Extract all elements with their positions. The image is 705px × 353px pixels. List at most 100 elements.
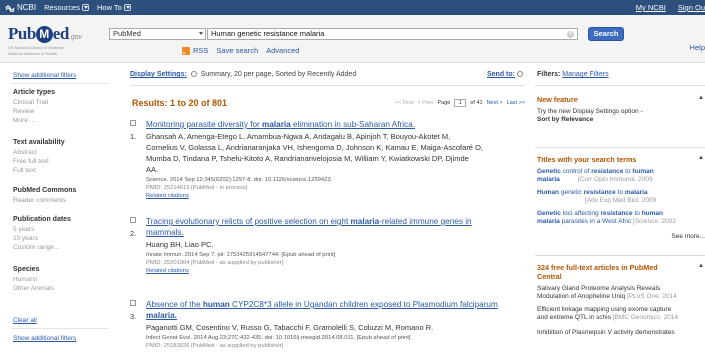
title-part: -related immune genes in [379, 217, 472, 226]
filter-5-years[interactable]: 5 years [13, 226, 34, 233]
display-settings-link[interactable]: Display Settings: [130, 71, 187, 78]
page-input[interactable]: 1 [454, 99, 467, 107]
collapse-icon[interactable]: ▲ [697, 262, 705, 270]
result-title-link[interactable]: Absence of the human CYP2C8*3 allele in … [146, 299, 498, 321]
source: [PLoS One. 2014 [627, 293, 677, 300]
article-types-heading: Article types [13, 89, 56, 96]
free-article-link[interactable]: Salivary Gland Proteome Analysis Reveals [537, 285, 660, 293]
species-heading: Species [13, 266, 40, 273]
rss-link[interactable]: RSS [193, 46, 208, 55]
sign-out-link[interactable]: Sign Ou [678, 3, 705, 12]
collapse-icon[interactable]: ▲ [697, 94, 705, 102]
my-ncbi-link[interactable]: My NCBI [636, 3, 666, 12]
term: to [632, 210, 642, 217]
result-checkbox[interactable] [130, 120, 136, 126]
send-to-menu[interactable]: Send to: [487, 71, 525, 78]
results-count: Results: 1 to 20 of 801 [132, 98, 228, 108]
term: Human [537, 189, 560, 196]
resources-menu[interactable]: Resources [44, 3, 89, 12]
result-title-link[interactable]: Monitoring parasite diversity for malari… [146, 119, 415, 130]
pubmed-logo[interactable]: Pub Med.gov US National Library of Medici… [8, 24, 82, 56]
term: resistance [591, 168, 624, 175]
result-authors-line: AA. [146, 165, 159, 174]
filter-abstract[interactable]: Abstract [13, 149, 37, 156]
filter-humans[interactable]: Humans [13, 276, 37, 283]
search-button[interactable]: Search [588, 27, 624, 41]
filter-full-text[interactable]: Full text [13, 167, 36, 174]
title-highlight: malaria [350, 217, 380, 226]
last-page-link[interactable]: Last >> [507, 100, 525, 106]
result-citation: Infect Genet Evol. 2014 Aug 23;27C:432-4… [146, 335, 411, 341]
free-article-link[interactable]: Efficient linkage mapping using exome ca… [537, 306, 671, 314]
filter-10-years[interactable]: 10 years [13, 235, 38, 242]
clear-search-icon[interactable]: ✕ [567, 31, 574, 38]
search-input[interactable]: Human genetic resistance malaria ✕ [207, 28, 578, 40]
term: resistance [600, 210, 633, 217]
filter-clinical-trial[interactable]: Clinical Trial [13, 99, 48, 106]
source: [BMC Genomics. 2014 [612, 314, 679, 321]
display-settings-bar: Display Settings: Summary, 20 per page, … [130, 71, 525, 83]
display-settings-desc: Summary, 20 per page, Sorted by Recently… [200, 71, 357, 78]
related-title-link[interactable]: Genetic control of resistance to human [537, 168, 654, 176]
related-title-line: malaria [Curr Opin Immunol. 2009 [537, 176, 653, 184]
logo-subtitle-2: National Institutes of Health [8, 51, 57, 56]
related-citations-link[interactable]: Related citations [146, 192, 189, 200]
free-article-line: Modulation of Anopheline Uniq [PLoS One.… [537, 293, 677, 301]
database-select[interactable]: PubMed [109, 28, 206, 40]
result-citation: Science. 2014 Sep 12;345(6202):1297-8. d… [146, 177, 333, 183]
title-highlight: malaria. [146, 311, 177, 320]
result-number: 3. [130, 312, 137, 321]
first-page-link[interactable]: << First [395, 100, 414, 106]
filter-more[interactable]: More ... [13, 117, 35, 124]
pubmed-commons-heading: PubMed Commons [13, 187, 77, 194]
result-authors-line: Paganotti GM, Cosentino V, Russo G, Taba… [146, 323, 434, 332]
ncbi-logo-icon [5, 4, 15, 12]
prev-page-link[interactable]: < Prev [417, 100, 433, 106]
sort-by-relevance-link[interactable]: Sort by Relevance [537, 116, 593, 124]
filter-custom-range[interactable]: Custom range... [13, 244, 59, 251]
filter-other-animals[interactable]: Other Animals [13, 285, 54, 292]
free-article-link[interactable]: Inhibition of Plasmepsin V activity demo… [537, 329, 675, 337]
term: Genetic [537, 210, 561, 217]
logo-m: M [35, 26, 53, 43]
advanced-link[interactable]: Advanced [266, 46, 299, 55]
display-settings-dropdown-icon[interactable] [190, 71, 197, 78]
manage-filters-link[interactable]: Manage Filters [562, 71, 608, 78]
related-title-link[interactable]: Human genetic resistance to malaria [537, 189, 648, 197]
result-checkbox[interactable] [130, 300, 136, 306]
howto-label: How To [96, 3, 122, 12]
search-header: Pub Med.gov US National Library of Medici… [0, 15, 705, 63]
rss-icon[interactable] [182, 46, 190, 55]
help-link[interactable]: Help [690, 43, 705, 52]
show-additional-filters-link[interactable]: Show additional filters [13, 72, 76, 79]
related-title-link[interactable]: Genetic loci affecting resistance to hum… [537, 210, 663, 218]
collapse-icon[interactable]: ▲ [697, 154, 705, 162]
ncbi-label: NCBI [17, 3, 37, 12]
source: [Adv Exp Med Biol. 2009 [585, 197, 657, 204]
result-pmid: PMID: 25201904 [PubMed - as supplied by … [146, 260, 284, 266]
related-citations-link[interactable]: Related citations [146, 267, 189, 275]
result-checkbox[interactable] [130, 217, 136, 223]
result-title-link[interactable]: Tracing evolutionary relicts of positive… [146, 216, 472, 238]
clear-all-link[interactable]: Clear all [13, 317, 37, 324]
howto-menu[interactable]: How To [97, 3, 131, 12]
show-additional-filters-link-bottom[interactable]: Show additional filters [13, 335, 76, 342]
related-title-line: malaria parasites in a West Afric [Scien… [537, 218, 676, 226]
next-page-link[interactable]: Next > [487, 100, 503, 106]
result-pmid: PMID: 25214619 [PubMed - in process] [146, 185, 248, 191]
dropdown-arrow-icon [199, 32, 203, 35]
filter-review[interactable]: Review [13, 108, 34, 115]
titles-with-terms-heading: Titles with your search terms [537, 155, 637, 164]
save-search-link[interactable]: Save search [216, 46, 258, 55]
title-part: mammals. [146, 228, 184, 237]
filter-sidebar: Show additional filters Article types Cl… [0, 63, 120, 353]
term: to [615, 189, 625, 196]
free-full-text-heading: 324 free full-text articles in PubMed Cen… [537, 263, 658, 281]
result-authors-line: Huang BH, Liao PC. [146, 240, 214, 249]
filter-free-full-text[interactable]: Free full text [13, 158, 49, 165]
filter-reader-comments[interactable]: Reader comments [13, 197, 66, 204]
logo-subtitle-1: US National Library of Medicine [8, 45, 65, 50]
ncbi-home-link[interactable]: NCBI [5, 3, 36, 12]
filters-label: Filters: [537, 71, 561, 78]
see-more-link[interactable]: See more... [671, 233, 705, 241]
